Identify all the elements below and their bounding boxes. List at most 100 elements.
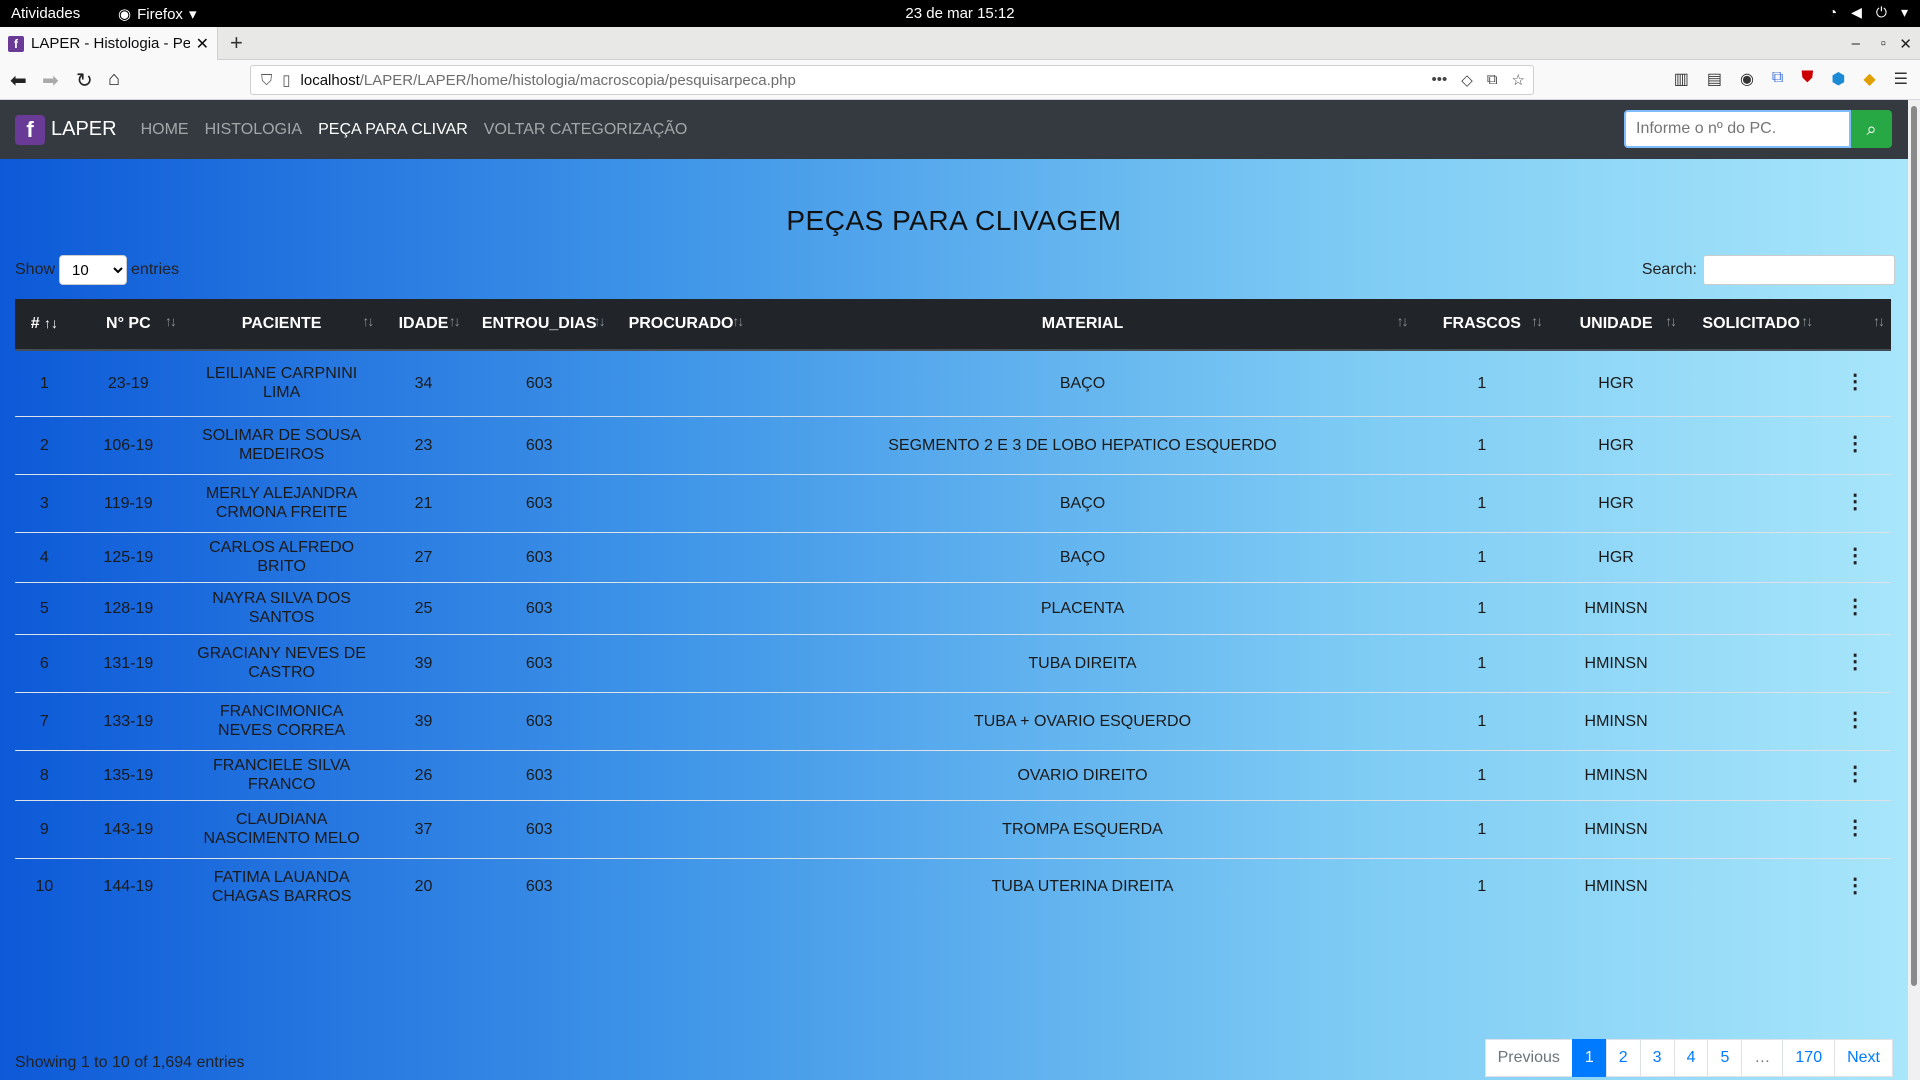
row-actions[interactable]: ⋮ — [1819, 349, 1891, 416]
table-row[interactable]: 5 128-19 NAYRA SILVA DOS SANTOS 25 603 PLACEN… — [15, 581, 1891, 634]
extension-icon[interactable]: ⬢ — [1831, 69, 1845, 89]
brand-name: LAPER — [51, 118, 117, 140]
search-button[interactable]: ⌕ — [1851, 110, 1892, 148]
table-search-input[interactable] — [1703, 255, 1895, 285]
minimize-icon[interactable]: – — [1852, 35, 1860, 52]
nav-histologia[interactable]: HISTOLOGIA — [205, 121, 303, 139]
table-row[interactable]: 6 131-19 GRACIANY NEVES DE CASTRO 39 603 TUBA… — [15, 633, 1891, 692]
col-paciente[interactable]: PACIENTE ↑↓ — [182, 299, 381, 351]
pagination-page-4[interactable]: 4 — [1673, 1039, 1709, 1077]
row-actions[interactable]: ⋮ — [1819, 857, 1891, 915]
row-actions[interactable]: ⋮ — [1819, 415, 1891, 474]
table-row[interactable]: 3 119-19 MERLY ALEJANDRA CRMONA FREITE 21 60… — [15, 473, 1891, 532]
cell-unidade: HMINSN — [1549, 749, 1684, 800]
row-actions[interactable]: ⋮ — [1819, 691, 1891, 750]
site-navbar: f LAPER HOME HISTOLOGIA PEÇA PARA CLIVAR… — [0, 100, 1908, 159]
table-row[interactable]: 4 125-19 CARLOS ALFREDO BRITO 27 603 BAÇO 1 HGR… — [15, 531, 1891, 582]
pc-search-input[interactable] — [1624, 110, 1851, 148]
close-tab-icon[interactable]: ✕ — [196, 34, 209, 54]
kebab-menu-icon[interactable]: ⋮ — [1845, 491, 1865, 513]
row-actions[interactable]: ⋮ — [1819, 799, 1891, 858]
pagination-page-3[interactable]: 3 — [1639, 1039, 1675, 1077]
clock[interactable]: 23 de mar 15:12 — [0, 5, 1920, 22]
nav-peca-para-clivar[interactable]: PEÇA PARA CLIVAR — [318, 121, 468, 139]
kebab-menu-icon[interactable]: ⋮ — [1845, 545, 1865, 567]
pagination-next[interactable]: Next — [1834, 1039, 1893, 1077]
cell-idade: 39 — [380, 633, 467, 692]
pagination-page-2[interactable]: 2 — [1605, 1039, 1641, 1077]
new-tab-button[interactable]: + — [230, 30, 243, 56]
cell-entrou-dias: 603 — [466, 633, 612, 692]
browser-tab[interactable]: f LAPER - Histologia - Pesquisa ✕ — [0, 27, 218, 60]
col-material[interactable]: MATERIAL ↑↓ — [750, 299, 1415, 351]
cell-unidade: HMINSN — [1549, 799, 1684, 858]
table-row[interactable]: 10 144-19 FATIMA LAUANDA CHAGAS BARROS 20 60… — [15, 857, 1891, 915]
page-scrollbar[interactable] — [1908, 100, 1920, 1080]
color-extension-icon[interactable]: ◆ — [1863, 69, 1875, 89]
col-procurado[interactable]: PROCURADO ↑↓ — [611, 299, 751, 351]
kebab-menu-icon[interactable]: ⋮ — [1845, 371, 1865, 393]
col-idade[interactable]: IDADE ↑↓ — [380, 299, 467, 351]
table-row[interactable]: 2 106-19 SOLIMAR DE SOUSA MEDEIROS 23 603 SEG… — [15, 415, 1891, 474]
home-icon[interactable]: ⌂ — [108, 68, 120, 91]
kebab-menu-icon[interactable]: ⋮ — [1845, 817, 1865, 839]
kebab-menu-icon[interactable]: ⋮ — [1845, 875, 1865, 897]
cell-unidade: HGR — [1549, 531, 1684, 582]
translate-icon[interactable]: ⧉ — [1487, 71, 1498, 89]
kebab-menu-icon[interactable]: ⋮ — [1845, 709, 1865, 731]
row-actions[interactable]: ⋮ — [1819, 531, 1891, 582]
bookmark-star-icon[interactable]: ☆ — [1512, 71, 1525, 89]
pc-search-form: ⌕ — [1624, 110, 1892, 148]
row-actions[interactable]: ⋮ — [1819, 473, 1891, 532]
table-row[interactable]: 1 23-19 LEILIANE CARPNINI LIMA 34 603 BAÇO 1 HG… — [15, 349, 1891, 416]
row-actions[interactable]: ⋮ — [1819, 749, 1891, 800]
col-entrou-dias-label: ENTROU_DIAS — [481, 315, 597, 332]
library-icon[interactable]: ▥ — [1674, 69, 1689, 89]
pagination-page-5[interactable]: 5 — [1707, 1039, 1743, 1077]
col-frascos[interactable]: FRASCOS ↑↓ — [1414, 299, 1550, 351]
sidebar-icon[interactable]: ▤ — [1707, 69, 1722, 89]
col-unidade[interactable]: UNIDADE ↑↓ — [1549, 299, 1684, 351]
kebab-menu-icon[interactable]: ⋮ — [1845, 651, 1865, 673]
pocket-icon[interactable]: ◇ — [1461, 71, 1473, 89]
col-idade-label: IDADE — [398, 315, 449, 332]
kebab-menu-icon[interactable]: ⋮ — [1845, 763, 1865, 785]
more-icon[interactable]: ••• — [1432, 71, 1448, 89]
col-actions[interactable]: ↑↓ — [1819, 299, 1891, 351]
pagination-page-1[interactable]: 1 — [1571, 1039, 1607, 1077]
url-bar[interactable]: ⛉ ▯ localhost/LAPER/LAPER/home/histologi… — [250, 65, 1534, 95]
col-entrou-dias[interactable]: ENTROU_DIAS ↑↓ — [466, 299, 612, 351]
translate-extension-icon[interactable]: ⧉ — [1772, 69, 1783, 89]
account-icon[interactable]: ◉ — [1740, 69, 1754, 89]
scrollbar-thumb[interactable] — [1911, 106, 1917, 986]
nav-home[interactable]: HOME — [141, 121, 189, 139]
cell-paciente: MERLY ALEJANDRA CRMONA FREITE — [182, 473, 381, 532]
back-icon[interactable]: ⬅ — [10, 68, 27, 93]
row-actions[interactable]: ⋮ — [1819, 581, 1891, 634]
col-npc[interactable]: N° PC ↑↓ — [73, 299, 183, 351]
brand[interactable]: f LAPER — [15, 114, 117, 145]
row-actions[interactable]: ⋮ — [1819, 633, 1891, 692]
kebab-menu-icon[interactable]: ⋮ — [1845, 433, 1865, 455]
ublock-icon[interactable]: ⛊ — [1801, 69, 1813, 89]
nav-voltar-categorizacao[interactable]: VOLTAR CATEGORIZAÇÃO — [484, 121, 688, 139]
cell-npc: 144-19 — [73, 857, 183, 915]
cell-index: 4 — [15, 531, 74, 582]
pagination-previous[interactable]: Previous — [1484, 1039, 1573, 1077]
cell-entrou-dias: 603 — [466, 531, 612, 582]
col-solicitado[interactable]: SOLICITADO ↑↓ — [1683, 299, 1820, 351]
kebab-menu-icon[interactable]: ⋮ — [1845, 596, 1865, 618]
pagination-page-170[interactable]: 170 — [1782, 1039, 1836, 1077]
close-window-icon[interactable]: ✕ — [1899, 35, 1912, 53]
table-row[interactable]: 7 133-19 FRANCIMONICA NEVES CORREA 39 603 TUB… — [15, 691, 1891, 750]
table-row[interactable]: 9 143-19 CLAUDIANA NASCIMENTO MELO 37 603 TRO… — [15, 799, 1891, 858]
system-tray[interactable]: ◔ ◀ ⏻ ▾ — [1829, 4, 1908, 21]
menu-icon[interactable]: ☰ — [1894, 69, 1908, 89]
page-length-select[interactable]: 10 — [59, 255, 128, 285]
cell-procurado — [611, 749, 751, 800]
reload-icon[interactable]: ↻ — [76, 68, 93, 93]
maximize-icon[interactable]: ▫ — [1881, 35, 1886, 52]
col-index[interactable]: # ↑↓ — [15, 299, 74, 351]
table-row[interactable]: 8 135-19 FRANCIELE SILVA FRANCO 26 603 OVARIO… — [15, 749, 1891, 800]
forward-icon[interactable]: ➡ — [42, 68, 59, 93]
